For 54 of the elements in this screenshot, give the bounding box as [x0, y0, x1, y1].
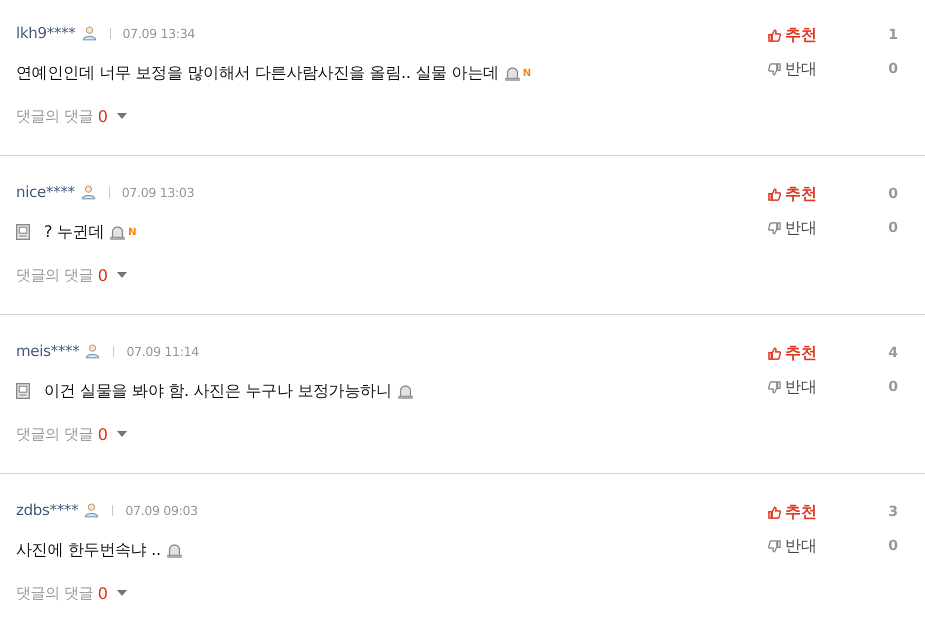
comment-text: ? 누귄데 — [44, 222, 104, 242]
thumbs-up-icon — [768, 188, 781, 200]
recommend-count: 0 — [888, 186, 898, 202]
comment-time: 07.09 13:34 — [122, 26, 195, 40]
recommend-count: 4 — [888, 345, 898, 361]
user-profile-icon — [84, 502, 100, 518]
user-profile-icon — [85, 343, 100, 359]
oppose-count: 0 — [888, 220, 898, 236]
recommend-button[interactable]: 추천 — [768, 24, 817, 46]
comment-time: 07.09 13:03 — [122, 184, 194, 200]
thumbs-up-icon — [768, 346, 781, 360]
new-label: N — [128, 226, 136, 238]
username[interactable]: zdbs**** — [16, 501, 78, 519]
comment-time: 07.09 09:03 — [125, 502, 198, 518]
oppose-button[interactable]: 반대 — [768, 376, 817, 398]
caret-icon — [116, 272, 127, 278]
oppose-count: 0 — [888, 379, 898, 395]
comment-text: 사진에 한두번속냐 .. — [16, 540, 161, 560]
username[interactable]: nice**** — [16, 183, 75, 201]
recommend-count: 3 — [888, 504, 898, 520]
oppose-button[interactable]: 반대 — [768, 58, 817, 80]
recommend-button[interactable]: 추천 — [768, 184, 817, 204]
replies-toggle[interactable]: 댓글의 댓글 0 — [16, 422, 127, 446]
caret-icon — [116, 590, 127, 596]
thumbs-down-icon — [768, 222, 781, 234]
recommend-count: 1 — [888, 27, 898, 43]
caret-icon — [116, 431, 127, 437]
siren-icon[interactable] — [166, 542, 182, 558]
caret-icon — [116, 113, 127, 119]
siren-icon[interactable] — [504, 66, 520, 80]
username[interactable]: meis**** — [16, 342, 80, 360]
replies-toggle[interactable]: 댓글의 댓글 0 — [16, 581, 127, 605]
oppose-button[interactable]: 반대 — [768, 536, 817, 556]
thumbs-down-icon — [768, 62, 781, 76]
thumbs-down-icon — [768, 380, 781, 394]
recommend-button[interactable]: 추천 — [768, 342, 817, 364]
oppose-count: 0 — [888, 538, 898, 554]
siren-icon[interactable] — [110, 224, 126, 240]
thumbs-down-icon — [768, 540, 781, 552]
comment-time: 07.09 11:14 — [126, 344, 199, 358]
new-label: N — [522, 68, 532, 78]
thumbs-up-icon — [768, 506, 781, 518]
oppose-button[interactable]: 반대 — [768, 218, 817, 238]
replies-toggle[interactable]: 댓글의 댓글 0 — [16, 104, 127, 128]
user-profile-icon — [80, 184, 96, 200]
comment-text: 연예인인데 너무 보정을 많이해서 다른사람사진을 올림.. 실물 아는데 — [16, 62, 499, 84]
username[interactable]: lkh9**** — [16, 24, 76, 42]
siren-icon[interactable] — [398, 384, 413, 398]
replies-toggle[interactable]: 댓글의 댓글 0 — [16, 263, 127, 287]
recommend-button[interactable]: 추천 — [768, 502, 817, 522]
comment-text: 이건 실물을 봐야 함. 사진은 누구나 보정가능하니 — [44, 380, 392, 402]
thumbs-up-icon — [768, 28, 781, 42]
user-profile-icon — [82, 25, 97, 41]
oppose-count: 0 — [888, 61, 898, 77]
